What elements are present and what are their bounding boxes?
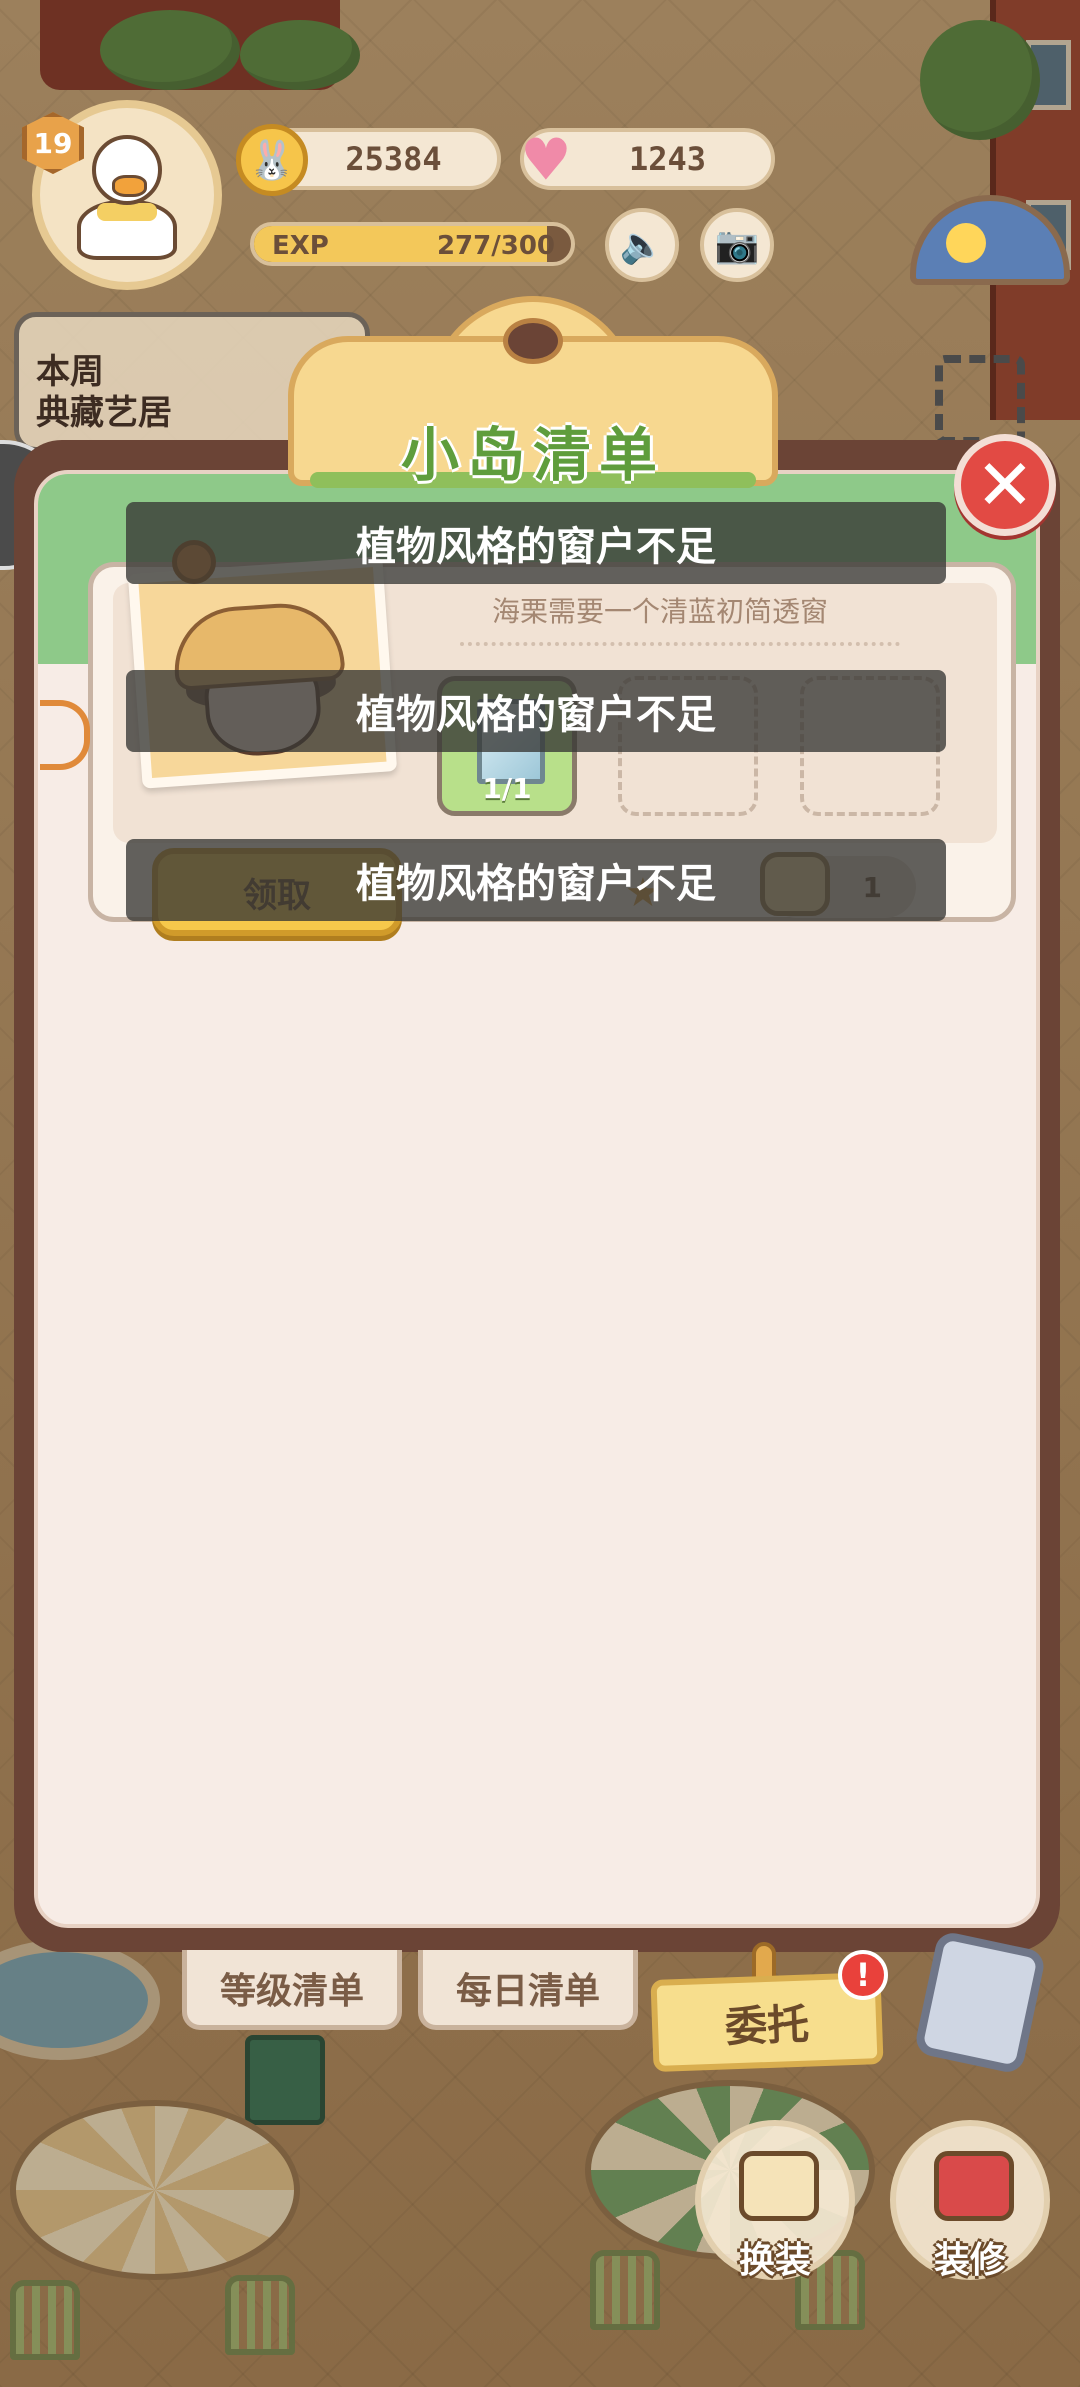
outfit-icon	[739, 2151, 819, 2221]
weather-dial[interactable]	[910, 195, 1070, 285]
speaker-button[interactable]: 🔈	[605, 208, 679, 282]
exp-value: 277/300	[436, 231, 555, 261]
exp-label: EXP	[272, 231, 329, 261]
sun-icon	[946, 223, 986, 263]
paint-roller-icon	[934, 2151, 1014, 2221]
alert-badge: !	[838, 1950, 888, 2000]
weekly-collection-label: 本周 典藏艺居	[36, 352, 172, 433]
card-clip-icon	[40, 700, 90, 770]
outfit-label: 换装	[738, 2240, 811, 2281]
rabbit-coin-icon: 🐰	[236, 124, 308, 196]
camera-button[interactable]: 📷	[700, 208, 774, 282]
tag-hole	[503, 318, 563, 364]
weekly-collection-title: 本周 典藏艺居	[36, 352, 236, 434]
coin-amount: 25384	[345, 140, 442, 178]
panel-title: 小岛清单	[400, 421, 665, 489]
heart-amount: 1243	[628, 140, 707, 178]
panel-title-tag: 小岛清单	[288, 296, 778, 506]
exp-bar: EXP 277/300	[250, 222, 575, 266]
outfit-button[interactable]: 换装	[695, 2120, 855, 2281]
close-icon: ✕	[975, 444, 1035, 526]
description-divider	[460, 642, 900, 646]
coin-counter[interactable]: 🐰 25384	[236, 124, 501, 196]
toast-notice: 植物风格的窗户不足	[126, 839, 946, 921]
broken-heart-icon: ♥	[524, 119, 568, 201]
close-button[interactable]: ✕	[954, 434, 1056, 536]
speaker-icon: 🔈	[619, 225, 665, 266]
tab-daily-list[interactable]: 每日清单	[418, 1950, 638, 2030]
decorate-label: 装修	[933, 2240, 1006, 2281]
decorate-button[interactable]: 装修	[890, 2120, 1050, 2281]
fullscreen-icon[interactable]	[935, 355, 1025, 445]
item-count: 1/1	[482, 772, 532, 805]
toast-notice: 植物风格的窗户不足	[126, 502, 946, 584]
heart-counter[interactable]: ♥ 1243	[520, 119, 775, 201]
tab-level-list[interactable]: 等级清单	[182, 1950, 402, 2030]
camera-icon: 📷	[714, 225, 760, 266]
task-description: 海栗需要一个清蓝初简透窗	[491, 595, 828, 628]
toast-notice: 植物风格的窗户不足	[126, 670, 946, 752]
